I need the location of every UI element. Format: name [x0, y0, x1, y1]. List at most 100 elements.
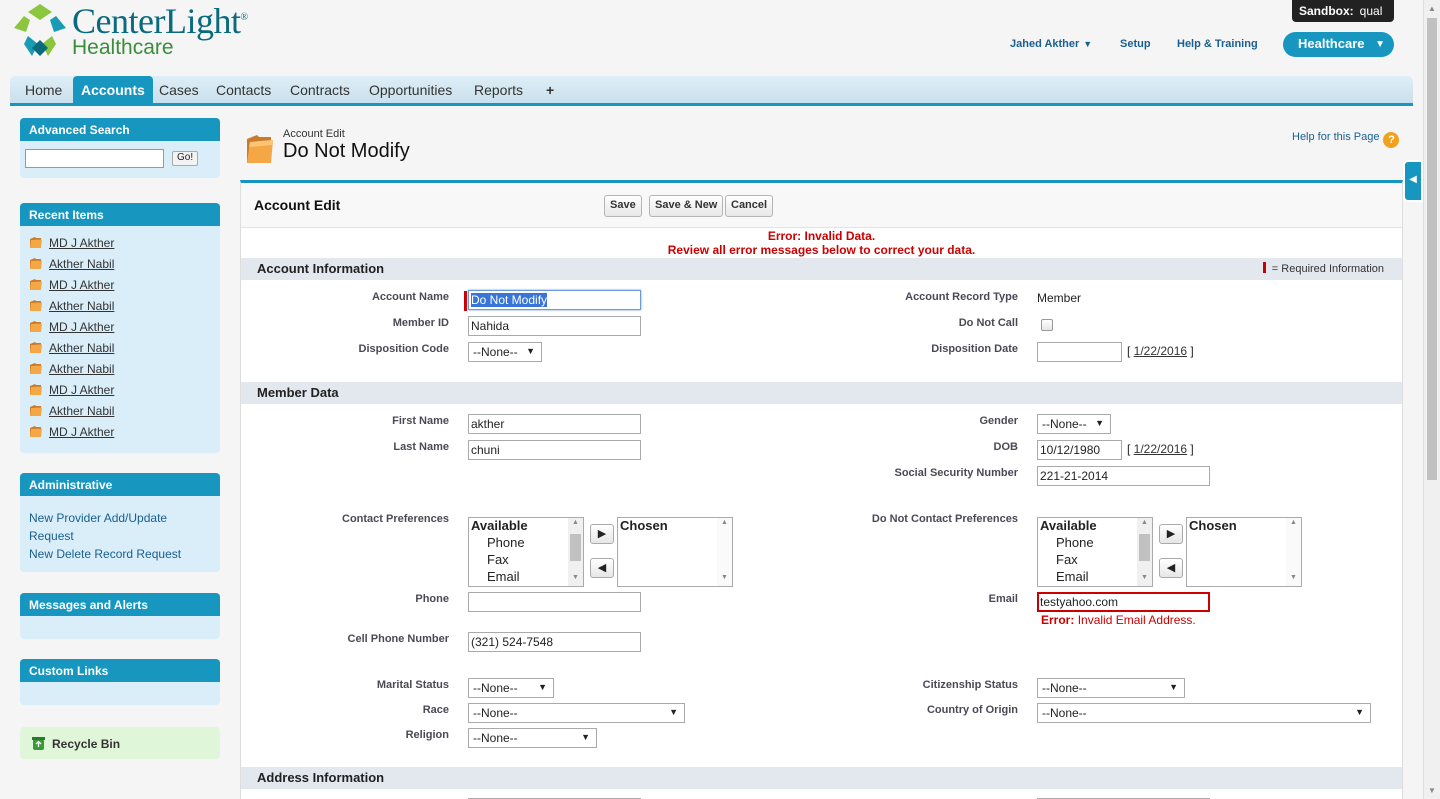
administrative-box: Administrative New Provider Add/Update R… — [20, 473, 220, 572]
tab-opportunities[interactable]: Opportunities — [369, 76, 452, 103]
dob-today-link[interactable]: [ 1/22/2016 ] — [1127, 442, 1194, 456]
dob-input[interactable]: 10/12/1980 — [1037, 440, 1122, 460]
race-select[interactable]: --None-- ▼ — [468, 703, 685, 723]
tab-contracts[interactable]: Contracts — [290, 76, 350, 103]
tab-add-icon[interactable]: + — [546, 76, 554, 103]
list-item[interactable]: Fax — [469, 551, 583, 568]
user-menu[interactable]: Jahed Akther ▼ — [1010, 38, 1092, 50]
collapse-sidebar-icon[interactable]: ◀ — [1403, 160, 1423, 202]
last-name-input[interactable]: chuni — [468, 440, 641, 460]
list-item[interactable]: Phone — [469, 534, 583, 551]
scroll-thumb[interactable] — [570, 534, 581, 561]
remove-arrow-icon[interactable]: ◀ — [590, 558, 614, 578]
country-of-origin-value: --None-- — [1042, 706, 1087, 720]
account-folder-icon — [30, 258, 42, 269]
app-menu-button[interactable]: Healthcare ▼ — [1283, 32, 1394, 57]
add-arrow-icon[interactable]: ▶ — [590, 524, 614, 544]
ssn-input[interactable]: 221-21-2014 — [1037, 466, 1210, 486]
recent-item[interactable]: Akther Nabil — [29, 341, 114, 357]
disposition-code-select[interactable]: --None-- ▼ — [468, 342, 542, 362]
recycle-bin-label: Recycle Bin — [52, 737, 121, 751]
list-scrollbar[interactable]: ▲ ▼ — [568, 518, 583, 586]
error-instructions: Review all error messages below to corre… — [667, 243, 976, 257]
add-arrow-icon[interactable]: ▶ — [1159, 524, 1183, 544]
recent-item[interactable]: MD J Akther — [29, 425, 114, 441]
disposition-date-input[interactable] — [1037, 342, 1122, 362]
go-button[interactable]: Go! — [172, 151, 199, 166]
recent-item[interactable]: MD J Akther — [29, 278, 114, 294]
help-question-icon: ? — [1383, 132, 1400, 148]
cancel-button[interactable]: Cancel — [725, 195, 774, 217]
chevron-down-icon: ▼ — [1169, 682, 1178, 692]
page-scrollbar[interactable]: ▲ ▼ — [1423, 0, 1440, 799]
advanced-search-title[interactable]: Advanced Search — [20, 118, 220, 141]
list-item[interactable]: Email — [469, 568, 583, 585]
scroll-down-icon[interactable]: ▼ — [1428, 786, 1436, 795]
recycle-bin-link[interactable]: Recycle Bin — [20, 727, 220, 759]
contact-preferences-available-list[interactable]: Available Phone Fax Email ▲ ▼ — [468, 517, 584, 587]
remove-arrow-icon[interactable]: ◀ — [1159, 558, 1183, 578]
required-legend: = Required Information — [1262, 262, 1384, 275]
list-item[interactable]: Fax — [1038, 551, 1152, 568]
scroll-thumb[interactable] — [1139, 534, 1150, 561]
account-name-value: Do Not Modify — [471, 293, 548, 307]
recent-item-label: Akther Nabil — [49, 404, 115, 418]
chevron-down-icon: ▼ — [538, 682, 547, 692]
recent-item[interactable]: MD J Akther — [29, 236, 114, 252]
phone-input[interactable] — [468, 592, 641, 612]
chevron-down-icon: ▼ — [1095, 418, 1104, 428]
do-not-call-checkbox[interactable] — [1041, 319, 1053, 331]
centerlight-logo[interactable]: CenterLight® Healthcare — [12, 1, 272, 59]
first-name-input[interactable]: akther — [468, 414, 641, 434]
new-delete-record-request-link[interactable]: New Delete Record Request — [29, 545, 209, 563]
country-of-origin-select[interactable]: --None-- ▼ — [1037, 703, 1371, 723]
sidebar-search-input[interactable] — [25, 149, 164, 168]
recent-item[interactable]: Akther Nabil — [29, 257, 114, 273]
citizenship-status-select[interactable]: --None-- ▼ — [1037, 678, 1185, 698]
scroll-thumb[interactable] — [1427, 18, 1437, 480]
member-id-input[interactable]: Nahida — [468, 316, 641, 336]
tab-reports[interactable]: Reports — [474, 76, 523, 103]
recent-item-label: MD J Akther — [49, 236, 115, 250]
list-item[interactable]: Phone — [1038, 534, 1152, 551]
marital-status-select[interactable]: --None-- ▼ — [468, 678, 554, 698]
recent-item[interactable]: Akther Nabil — [29, 299, 114, 315]
do-not-contact-available-list[interactable]: Available Phone Fax Email ▲ ▼ — [1037, 517, 1153, 587]
disposition-date-today-link[interactable]: [ 1/22/2016 ] — [1127, 344, 1194, 358]
recent-item[interactable]: MD J Akther — [29, 383, 114, 399]
chevron-down-icon: ▼ — [669, 707, 678, 717]
recent-item[interactable]: Akther Nabil — [29, 362, 114, 378]
list-scrollbar[interactable]: ▲ ▼ — [1286, 518, 1301, 586]
recent-item[interactable]: MD J Akther — [29, 320, 114, 336]
email-input[interactable]: testyahoo.com — [1037, 592, 1210, 612]
scroll-up-icon[interactable]: ▲ — [1428, 4, 1436, 13]
country-of-origin-label: Country of Origin — [926, 704, 1018, 716]
tab-accounts[interactable]: Accounts — [73, 76, 153, 103]
panel-title: Account Edit — [254, 197, 341, 213]
account-name-input[interactable]: Do Not Modify — [468, 290, 641, 310]
save-button[interactable]: Save — [604, 195, 642, 217]
citizenship-status-label: Citizenship Status — [922, 679, 1018, 691]
account-record-type-label: Account Record Type — [905, 291, 1018, 303]
chevron-down-icon: ▼ — [1375, 39, 1385, 50]
recent-item[interactable]: Akther Nabil — [29, 404, 114, 420]
new-provider-request-link[interactable]: New Provider Add/Update Request — [29, 509, 199, 545]
account-record-type-value: Member — [1037, 291, 1082, 305]
cell-phone-input[interactable]: (321) 524-7548 — [468, 632, 641, 652]
tab-home[interactable]: Home — [25, 76, 62, 103]
help-for-page-link[interactable]: Help for this Page? — [1292, 131, 1400, 148]
header: CenterLight® Healthcare Sandbox: qual Jah… — [0, 0, 1440, 75]
save-and-new-button[interactable]: Save & New — [649, 195, 724, 217]
list-scrollbar[interactable]: ▲ ▼ — [1137, 518, 1152, 586]
contact-preferences-chosen-list[interactable]: Chosen ▲ ▼ — [617, 517, 733, 587]
required-indicator-icon — [1262, 262, 1266, 273]
do-not-contact-chosen-list[interactable]: Chosen ▲ ▼ — [1186, 517, 1302, 587]
religion-select[interactable]: --None-- ▼ — [468, 728, 597, 748]
tab-cases[interactable]: Cases — [159, 76, 199, 103]
tab-contacts[interactable]: Contacts — [216, 76, 271, 103]
gender-select[interactable]: --None-- ▼ — [1037, 414, 1111, 434]
list-scrollbar[interactable]: ▲ ▼ — [717, 518, 732, 586]
list-item[interactable]: Email — [1038, 568, 1152, 585]
setup-link[interactable]: Setup — [1120, 38, 1151, 50]
help-training-link[interactable]: Help & Training — [1177, 38, 1258, 50]
